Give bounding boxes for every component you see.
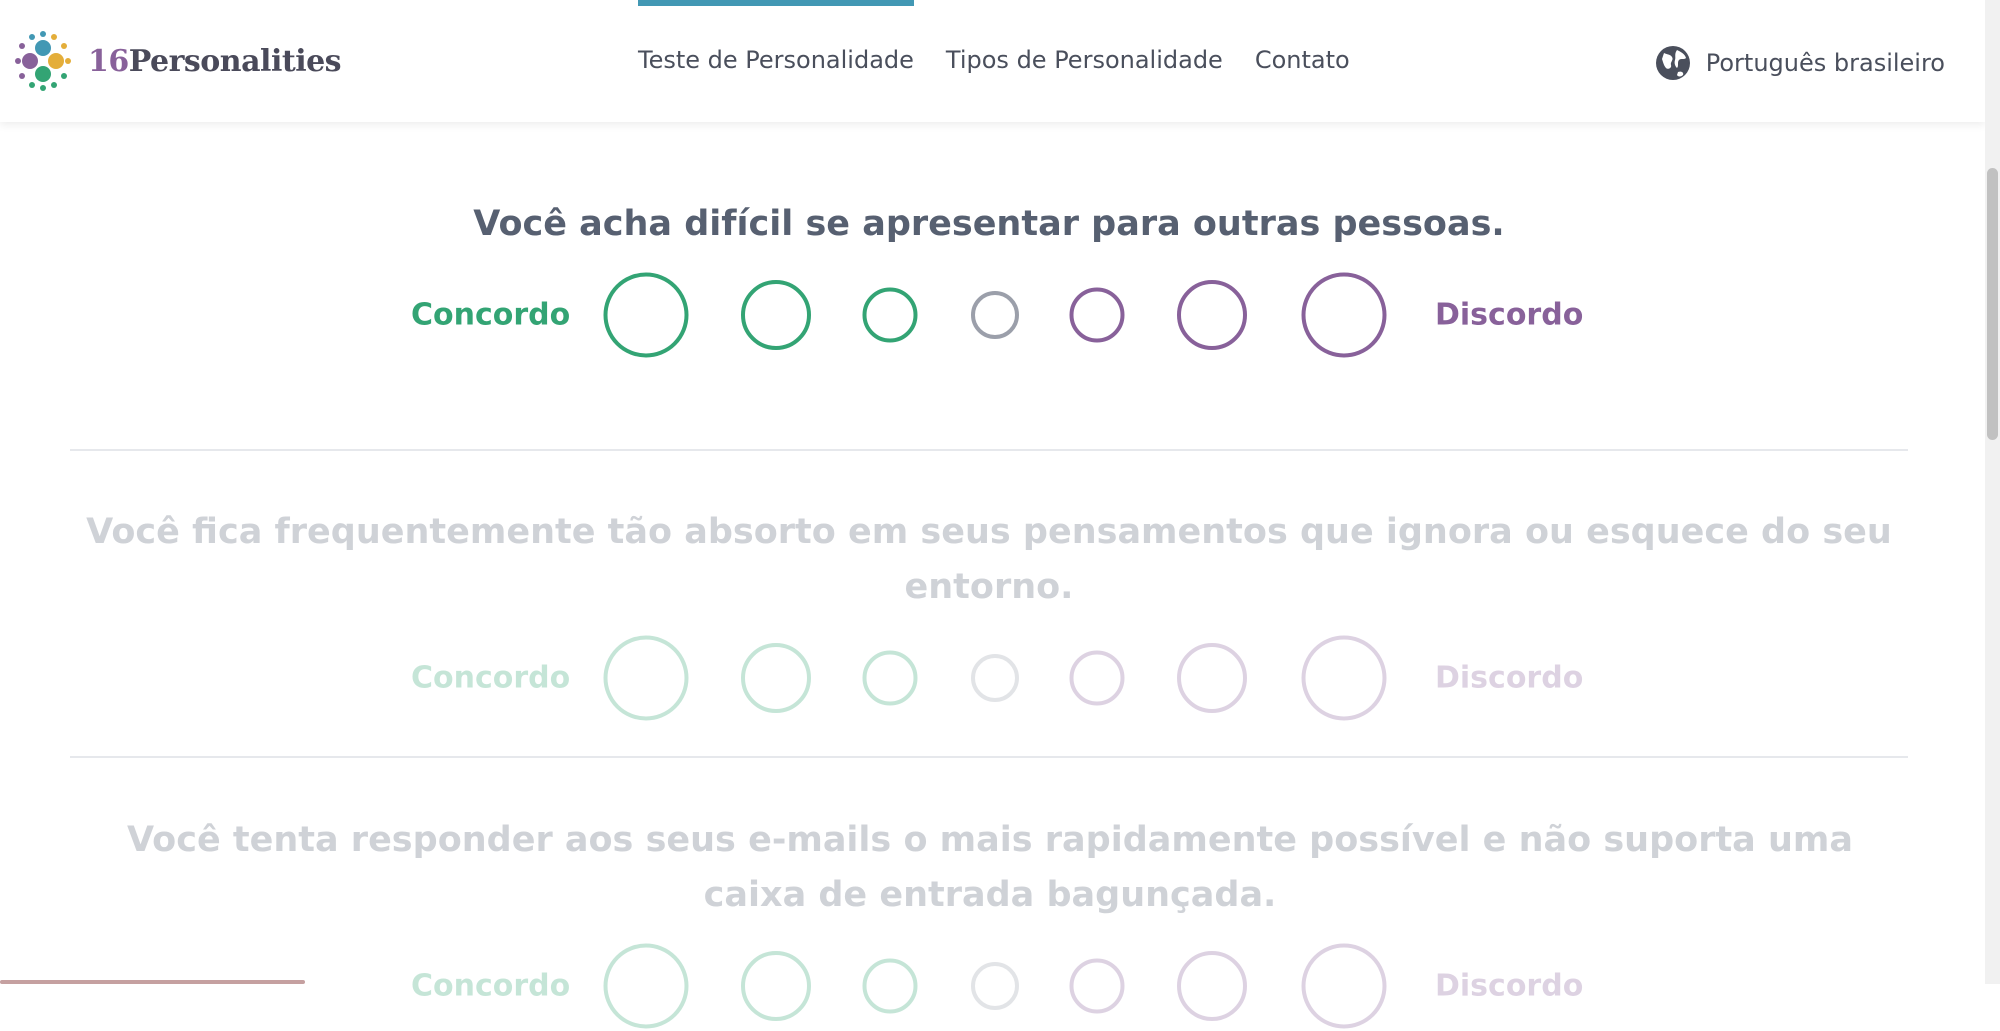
bottom-widget-edge[interactable]: [0, 980, 305, 984]
option-disagree-moderate[interactable]: [1177, 951, 1247, 1021]
answer-scale: Concordo Discordo: [70, 270, 1908, 360]
agree-label: Concordo: [411, 297, 571, 333]
disagree-label: Discordo: [1435, 297, 1584, 333]
scrollbar[interactable]: [1985, 0, 2000, 984]
option-neutral[interactable]: [971, 654, 1019, 702]
question-text: Você tenta responder aos seus e-mails o …: [127, 820, 1853, 915]
option-agree-slight[interactable]: [862, 287, 918, 343]
option-agree-strong[interactable]: [603, 272, 689, 358]
option-agree-moderate[interactable]: [741, 280, 811, 350]
option-disagree-slight[interactable]: [1069, 287, 1125, 343]
scrollbar-thumb[interactable]: [1987, 168, 1998, 440]
agree-label: Concordo: [411, 968, 571, 1004]
option-agree-moderate[interactable]: [741, 951, 811, 1021]
question-3: Você tenta responder aos seus e-mails o …: [120, 813, 1860, 1031]
nav-contact[interactable]: Contato: [1255, 46, 1350, 74]
question-text: Você acha difícil se apresentar para out…: [473, 204, 1505, 244]
option-disagree-moderate[interactable]: [1177, 643, 1247, 713]
option-disagree-slight[interactable]: [1069, 650, 1125, 706]
question-text: Você fica frequentemente tão absorto em …: [86, 512, 1892, 607]
globe-icon: [1655, 46, 1690, 80]
answer-scale: Concordo Discordo: [70, 633, 1908, 723]
question-2: Você fica frequentemente tão absorto em …: [70, 505, 1908, 723]
question-divider: [70, 756, 1908, 758]
option-agree-slight[interactable]: [862, 958, 918, 1014]
question-1: Você acha difícil se apresentar para out…: [70, 197, 1908, 360]
option-agree-strong[interactable]: [603, 635, 689, 721]
site-header: 16Personalities Teste de Personalidade T…: [0, 0, 1985, 122]
logo-text: 16Personalities: [88, 43, 342, 79]
logo-number: 16: [88, 43, 129, 79]
option-disagree-strong[interactable]: [1301, 943, 1387, 1029]
option-disagree-strong[interactable]: [1301, 635, 1387, 721]
language-label: Português brasileiro: [1705, 49, 1945, 77]
logo-icon: [15, 31, 71, 91]
disagree-label: Discordo: [1435, 660, 1584, 696]
option-disagree-slight[interactable]: [1069, 958, 1125, 1014]
option-agree-moderate[interactable]: [741, 643, 811, 713]
option-neutral[interactable]: [971, 291, 1019, 339]
question-divider: [70, 449, 1908, 451]
main-nav: Teste de Personalidade Tipos de Personal…: [638, 0, 1382, 74]
disagree-label: Discordo: [1435, 968, 1584, 1004]
logo-name: Personalities: [128, 43, 342, 79]
option-neutral[interactable]: [971, 962, 1019, 1010]
logo[interactable]: 16Personalities: [8, 26, 342, 96]
option-disagree-moderate[interactable]: [1177, 280, 1247, 350]
nav-personality-test[interactable]: Teste de Personalidade: [638, 0, 914, 74]
language-selector[interactable]: Português brasileiro: [1654, 44, 1945, 82]
nav-personality-types[interactable]: Tipos de Personalidade: [946, 46, 1223, 74]
agree-label: Concordo: [411, 660, 571, 696]
option-agree-slight[interactable]: [862, 650, 918, 706]
answer-scale: Concordo Discordo: [70, 941, 1908, 1031]
option-agree-strong[interactable]: [603, 943, 689, 1029]
option-disagree-strong[interactable]: [1301, 272, 1387, 358]
